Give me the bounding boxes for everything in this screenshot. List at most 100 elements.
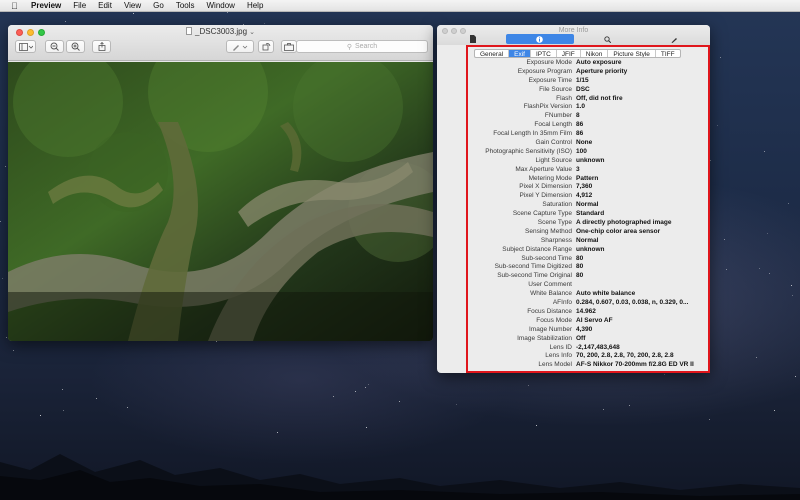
exif-key: Focus Mode	[536, 316, 572, 324]
star	[456, 404, 457, 405]
star	[0, 221, 1, 222]
rotate-button[interactable]	[258, 40, 274, 53]
exif-value: unknown	[576, 245, 605, 253]
exif-key: Focal Length	[534, 121, 572, 129]
tab-iptc[interactable]: IPTC	[531, 50, 557, 57]
star	[603, 409, 604, 410]
zoom-in-icon	[71, 42, 80, 51]
star	[767, 233, 768, 234]
tab-annotations[interactable]	[641, 34, 708, 44]
tab-general-info[interactable]	[439, 34, 506, 44]
star	[5, 166, 6, 167]
star	[40, 415, 41, 416]
table-row: Image Number 4,390	[437, 326, 710, 335]
menu-app-name[interactable]: Preview	[31, 0, 61, 12]
exif-key: Exposure Program	[517, 67, 572, 75]
exif-value: 4,390	[576, 325, 593, 333]
tab-more-info[interactable]	[506, 34, 574, 44]
table-row: Pixel X Dimension 7,360	[437, 183, 710, 192]
tab-jfif[interactable]: JFIF	[557, 50, 581, 57]
info-titlebar[interactable]: More Info	[437, 25, 710, 45]
table-row: Lens Model AF-S Nikkor 70-200mm f/2.8G ED…	[437, 361, 710, 370]
star	[774, 410, 775, 411]
table-row: Focal Length 86	[437, 121, 710, 130]
menu-go[interactable]: Go	[153, 0, 164, 12]
tab-keywords[interactable]	[574, 34, 641, 44]
star	[717, 125, 718, 126]
star	[795, 376, 796, 377]
menu-tools[interactable]: Tools	[176, 0, 195, 12]
search-input[interactable]: ⚲ Search	[296, 40, 428, 53]
document-title[interactable]: _DSC3003.jpg ⌄	[8, 26, 433, 39]
menu-edit[interactable]: Edit	[98, 0, 112, 12]
exif-value: -2,147,483,648	[576, 343, 620, 351]
pen-icon	[671, 37, 677, 43]
star	[788, 203, 789, 204]
star	[726, 269, 727, 270]
star	[333, 396, 334, 397]
exif-key: Photographic Sensitivity (ISO)	[485, 147, 572, 155]
exif-key: Scene Type	[537, 219, 572, 227]
toolbox-icon	[284, 42, 294, 51]
table-row: Focus Mode AI Servo AF	[437, 317, 710, 326]
exif-value: Standard	[576, 210, 605, 218]
share-button[interactable]	[92, 40, 111, 53]
table-row: Focal Length In 35mm Film 86	[437, 130, 710, 139]
star	[368, 384, 369, 385]
menu-window[interactable]: Window	[207, 0, 235, 12]
toolbox-button[interactable]	[281, 40, 297, 53]
exif-value: 8	[576, 112, 580, 120]
star	[13, 350, 14, 351]
table-row: White Balance Auto white balance	[437, 290, 710, 299]
exif-value: 86	[576, 121, 584, 129]
star	[769, 273, 770, 274]
menu-file[interactable]: File	[73, 0, 86, 12]
exif-key: Sub-second Time Digitized	[494, 263, 572, 271]
photo-canvas[interactable]	[8, 62, 433, 341]
menu-view[interactable]: View	[124, 0, 141, 12]
exif-value: 80	[576, 272, 584, 280]
table-row: Pixel Y Dimension 4,912	[437, 192, 710, 201]
exif-key: Lens Model	[538, 361, 572, 369]
exif-table: Exposure Mode Auto exposure Exposure Progr…	[437, 59, 710, 370]
exif-value: Normal	[576, 236, 599, 244]
exif-value: Auto white balance	[576, 290, 636, 298]
zoom-in-button[interactable]	[66, 40, 85, 53]
exif-value: None	[576, 139, 593, 147]
table-row: Sub-second Time Digitized 80	[437, 263, 710, 272]
tab-general[interactable]: General	[475, 50, 510, 57]
exif-key: Gain Control	[535, 139, 573, 147]
search-icon	[603, 35, 611, 43]
tab-picture-style[interactable]: Picture Style	[608, 50, 656, 57]
tab-exif[interactable]: Exif	[509, 50, 531, 57]
table-row: FNumber 8	[437, 112, 710, 121]
apple-icon[interactable]: 	[11, 0, 21, 12]
exif-key: Pixel Y Dimension	[519, 192, 572, 200]
table-row: Gain Control None	[437, 139, 710, 148]
exif-value: Auto exposure	[576, 59, 622, 66]
star	[264, 23, 265, 24]
exif-key: Saturation	[542, 201, 572, 209]
exif-value: 0.284, 0.607, 0.03, 0.038, n, 0.329, 0..…	[576, 299, 689, 307]
zoom-out-button[interactable]	[45, 40, 64, 53]
exif-value: 86	[576, 130, 584, 138]
exif-value: 1.0	[576, 103, 586, 111]
markup-button[interactable]	[226, 40, 254, 53]
exif-key: Scene Capture Type	[512, 210, 572, 218]
sidebar-toggle-button[interactable]	[15, 40, 36, 53]
zoom-out-icon	[50, 42, 59, 51]
tab-nikon[interactable]: Nikon	[581, 50, 609, 57]
table-row: User Comment	[437, 281, 710, 290]
preview-titlebar[interactable]: _DSC3003.jpg ⌄ ⚲ Search	[8, 25, 433, 61]
share-icon	[98, 42, 105, 51]
exif-value	[576, 281, 704, 290]
document-title-text: _DSC3003.jpg	[195, 27, 248, 36]
exif-key: Exposure Time	[528, 76, 572, 84]
exif-key: White Balance	[530, 290, 572, 298]
exif-key: Lens ID	[549, 343, 572, 351]
menu-help[interactable]: Help	[247, 0, 263, 12]
tab-tiff[interactable]: TIFF	[656, 50, 680, 57]
mountain-silhouette	[0, 454, 800, 500]
exif-key: Subject Distance Range	[502, 245, 572, 253]
star	[62, 389, 63, 390]
